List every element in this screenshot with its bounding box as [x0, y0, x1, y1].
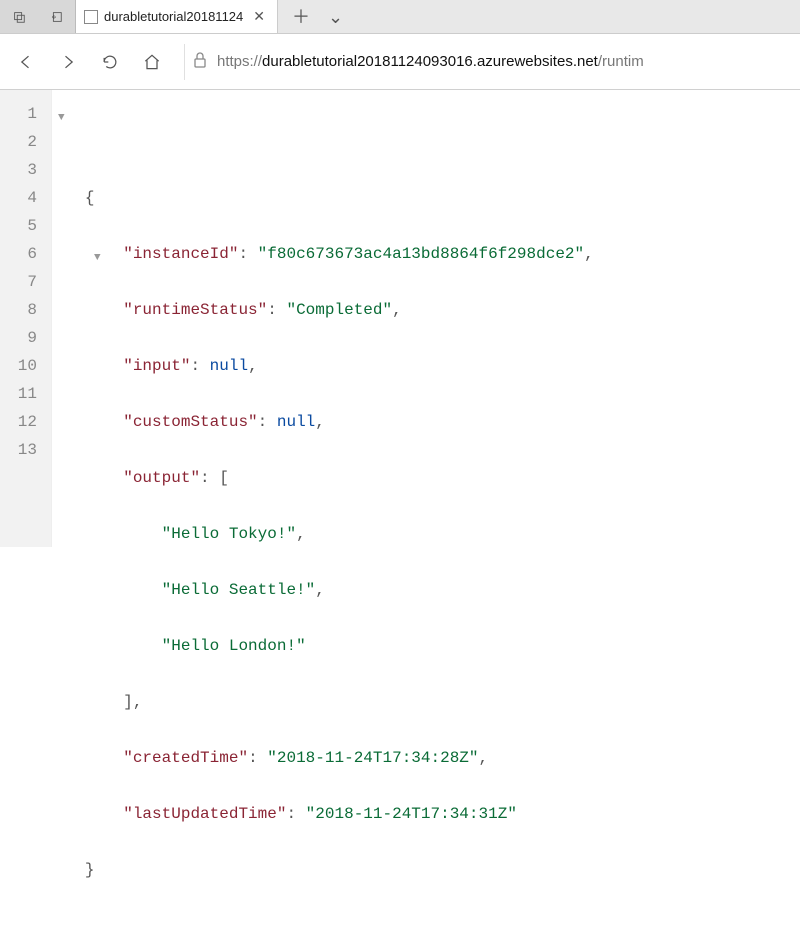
line-number-gutter: 1 2 3 4 5 6 7 8 9 10 11 12 13	[0, 90, 52, 547]
code-line: "runtimeStatus": "Completed",	[56, 296, 796, 324]
page-content: 1 2 3 4 5 6 7 8 9 10 11 12 13 ▼ ▼ { "ins…	[0, 90, 800, 547]
navigation-bar: https://durabletutorial20181124093016.az…	[0, 34, 800, 90]
line-number: 3	[0, 156, 41, 184]
cascade-windows-icon[interactable]	[0, 0, 38, 33]
url-path: /runtim	[598, 53, 644, 70]
back-button[interactable]	[16, 52, 36, 72]
fold-caret-icon[interactable]: ▼	[94, 244, 101, 272]
fold-caret-icon[interactable]: ▼	[58, 104, 65, 132]
line-number: 5	[0, 212, 41, 240]
tab-actions: ＋ ⌄	[278, 0, 357, 33]
address-bar[interactable]: https://durabletutorial20181124093016.az…	[184, 44, 784, 80]
code-line: "Hello Seattle!",	[56, 576, 796, 604]
code-line: "Hello Tokyo!",	[56, 520, 796, 548]
line-number: 6	[0, 240, 41, 268]
code-line: "instanceId": "f80c673673ac4a13bd8864f6f…	[56, 240, 796, 268]
code-line: ],	[56, 688, 796, 716]
line-number: 10	[0, 352, 41, 380]
line-number: 1	[0, 100, 41, 128]
code-line: }	[56, 856, 796, 884]
window-controls	[0, 0, 76, 33]
set-aside-tabs-icon[interactable]	[38, 0, 76, 33]
url-text: https://durabletutorial20181124093016.az…	[217, 53, 644, 70]
browser-tab[interactable]: durabletutorial20181124 ✕	[76, 0, 278, 33]
tab-strip: durabletutorial20181124 ✕ ＋ ⌄	[76, 0, 800, 33]
page-favicon-icon	[84, 10, 98, 24]
code-line: "Hello London!"	[56, 632, 796, 660]
code-line: "customStatus": null,	[56, 408, 796, 436]
code-line: "lastUpdatedTime": "2018-11-24T17:34:31Z…	[56, 800, 796, 828]
url-scheme: https://	[217, 53, 262, 70]
refresh-button[interactable]	[100, 52, 120, 72]
line-number: 2	[0, 128, 41, 156]
line-number: 11	[0, 380, 41, 408]
line-number: 4	[0, 184, 41, 212]
url-host: durabletutorial20181124093016.azurewebsi…	[262, 53, 598, 70]
forward-button[interactable]	[58, 52, 78, 72]
new-tab-button[interactable]: ＋	[292, 8, 310, 26]
line-number: 13	[0, 436, 41, 464]
code-line: "createdTime": "2018-11-24T17:34:28Z",	[56, 744, 796, 772]
json-viewer[interactable]: ▼ ▼ { "instanceId": "f80c673673ac4a13bd8…	[52, 90, 800, 547]
tab-menu-chevron-icon[interactable]: ⌄	[328, 8, 343, 26]
line-number: 9	[0, 324, 41, 352]
line-number: 12	[0, 408, 41, 436]
line-number: 7	[0, 268, 41, 296]
lock-icon	[193, 52, 207, 71]
line-number: 8	[0, 296, 41, 324]
code-line: "input": null,	[56, 352, 796, 380]
code-line: "output": [	[56, 464, 796, 492]
tab-title: durabletutorial20181124	[104, 9, 243, 24]
window-titlebar: durabletutorial20181124 ✕ ＋ ⌄	[0, 0, 800, 34]
close-tab-icon[interactable]: ✕	[249, 8, 269, 25]
home-button[interactable]	[142, 52, 162, 72]
code-line: {	[56, 184, 796, 212]
